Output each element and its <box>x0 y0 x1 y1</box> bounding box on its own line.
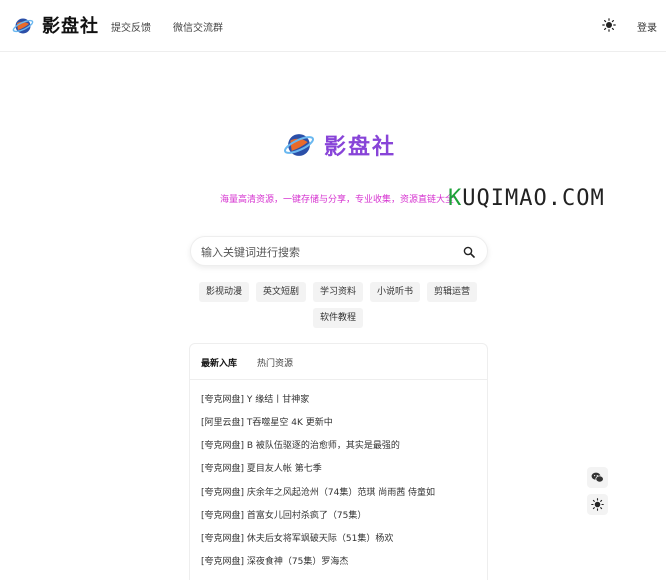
wechat-float-button[interactable] <box>587 467 608 488</box>
brand-name[interactable]: 影盘社 <box>42 12 99 38</box>
list-item[interactable]: [夸克网盘] B 被队伍驱逐的治愈师，其实是最强的 <box>201 438 400 451</box>
list-item[interactable]: [夸克网盘] 休夫后女将军飒破天际（51集）杨欢 <box>201 531 393 544</box>
theme-float-button[interactable] <box>587 494 608 515</box>
top-header: 影盘社 提交反馈 微信交流群 登录 <box>0 0 666 52</box>
list-item[interactable]: [夸克网盘] 夏目友人帐 第七季 <box>201 461 322 474</box>
nav-wechat-group-link[interactable]: 微信交流群 <box>173 19 223 34</box>
search-icon[interactable] <box>463 246 475 258</box>
list-item[interactable]: [夸克网盘] 深夜食神（75集）罗海杰 <box>201 554 348 567</box>
tab-hot[interactable]: 热门资源 <box>257 356 293 369</box>
tag-english-shorts[interactable]: 英文短剧 <box>256 282 307 302</box>
resource-card: 最新入库 热门资源 [夸克网盘] Y 缘结丨甘神家 [阿里云盘] T吞噬星空 4… <box>189 343 488 580</box>
wechat-icon <box>591 472 604 483</box>
list-item[interactable]: [夸克网盘] 首富女儿回村杀疯了（75集） <box>201 508 366 521</box>
list-item[interactable]: [夸克网盘] 庆余年之风起沧州（74集）范琪 尚雨茜 侍童如 <box>201 485 435 498</box>
planet-logo-icon[interactable] <box>12 15 34 37</box>
sun-icon <box>591 498 604 511</box>
list-item[interactable]: [阿里云盘] T吞噬星空 4K 更新中 <box>201 415 333 428</box>
tag-software[interactable]: 软件教程 <box>313 308 364 328</box>
tag-editing[interactable]: 剪辑运营 <box>427 282 478 302</box>
tag-anime[interactable]: 影视动漫 <box>199 282 250 302</box>
watermark-prefix: K <box>448 186 463 211</box>
card-tabs: 最新入库 热门资源 <box>190 344 487 380</box>
tab-latest[interactable]: 最新入库 <box>201 356 237 369</box>
hero-tagline: 海量高清资源，一键存储与分享，专业收集，资源直链大全 <box>220 195 455 205</box>
nav-feedback-link[interactable]: 提交反馈 <box>111 19 151 34</box>
watermark-rest: UQIMAO.COM <box>462 186 605 211</box>
login-button[interactable]: 登录 <box>637 19 657 34</box>
search-input[interactable] <box>201 243 451 261</box>
search-bar <box>190 236 488 266</box>
planet-logo-icon <box>283 134 315 156</box>
tag-study[interactable]: 学习资料 <box>313 282 364 302</box>
tag-novels[interactable]: 小说听书 <box>370 282 421 302</box>
list-item[interactable]: [夸克网盘] Y 缘结丨甘神家 <box>201 392 309 405</box>
sun-icon[interactable] <box>602 18 616 32</box>
hero-title: 影盘社 <box>324 135 397 160</box>
watermark: KUQIMAO.COM <box>448 186 605 211</box>
